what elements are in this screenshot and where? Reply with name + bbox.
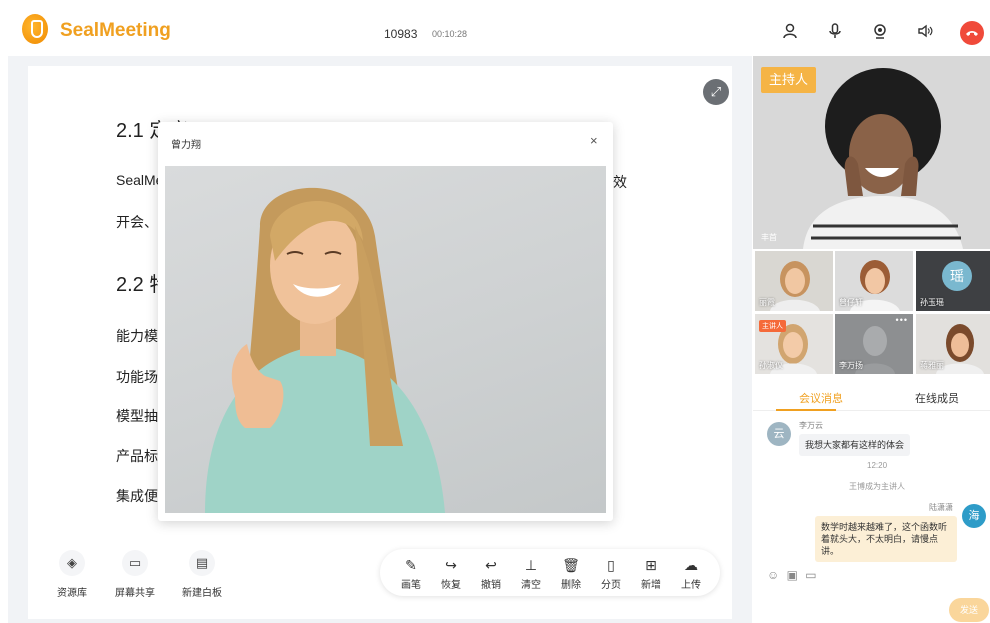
- chat-input-toolbar: ☺ ▣ ▭: [767, 568, 817, 582]
- delete-button[interactable]: 🗑 删除: [556, 557, 586, 591]
- redo-icon: ↪: [445, 557, 457, 573]
- new-whiteboard-button[interactable]: ▤ 新建白板: [178, 550, 226, 599]
- participant-tile[interactable]: 曾仔轩: [835, 251, 913, 311]
- upload-label: 上传: [681, 580, 701, 591]
- message-bubble: 数学时越来越难了，这个函数听着就头大，不太明白，请慢点讲。: [815, 516, 957, 562]
- participant-tile[interactable]: ••• 李万扬: [835, 314, 913, 374]
- tab-online-members[interactable]: 在线成员: [915, 390, 959, 406]
- participant-tile[interactable]: 瑶 孙玉瑶: [916, 251, 990, 311]
- message-sender: 陆潇潇: [929, 503, 953, 512]
- add-page-button[interactable]: ⊞ 新增: [636, 557, 666, 591]
- doc-item: 模型抽: [116, 408, 158, 424]
- doc-item: 功能场: [116, 369, 158, 385]
- upload-button[interactable]: ☁ 上传: [676, 557, 706, 591]
- undo-icon: ↩: [485, 557, 497, 573]
- participant-name: 孙玉瑶: [920, 298, 944, 307]
- speaker-video: [165, 166, 606, 513]
- top-bar: SealMeeting 10983 00:10:28: [0, 0, 990, 56]
- whiteboard-toolbar: ✎ 画笔 ↪ 恢复 ↩ 撤销 ⊥ 清空 🗑 删除 ▯ 分页 ⊞ 新增 ☁ 上传: [380, 549, 720, 596]
- doc-line-2: 开会、: [116, 214, 158, 230]
- participant-name: 李万扬: [839, 361, 863, 370]
- add-icon: ⊞: [645, 557, 657, 573]
- participant-name: 曾仔轩: [839, 298, 863, 307]
- undo-label: 撤销: [481, 580, 501, 591]
- redo-label: 恢复: [441, 580, 461, 591]
- member-icon[interactable]: [781, 23, 799, 41]
- chat-tabs: 会议消息 在线成员: [753, 383, 990, 411]
- hangup-icon[interactable]: [960, 21, 984, 45]
- app-title: SealMeeting: [60, 20, 171, 41]
- doc-item: 集成便: [116, 488, 158, 504]
- close-icon[interactable]: ×: [590, 133, 598, 148]
- message-sender: 李万云: [799, 421, 823, 430]
- page-icon: ▯: [607, 557, 615, 573]
- doc-line-1-start: SealMe: [116, 172, 164, 188]
- more-icon[interactable]: •••: [896, 315, 908, 325]
- pen-button[interactable]: ✎ 画笔: [396, 557, 426, 591]
- screen-share-icon: ▭: [122, 550, 148, 576]
- sealmeeting-logo-icon: [22, 14, 48, 44]
- page-button[interactable]: ▯ 分页: [596, 557, 626, 591]
- participant-avatar: 瑶: [942, 261, 972, 291]
- avatar: 海: [962, 504, 986, 528]
- image-icon[interactable]: ▣: [787, 568, 798, 582]
- redo-button[interactable]: ↪ 恢复: [436, 557, 466, 591]
- upload-icon: ☁: [684, 557, 698, 573]
- floating-video-window[interactable]: 曾力翔 ×: [158, 122, 613, 521]
- folder-icon[interactable]: ▭: [805, 568, 816, 582]
- clear-label: 清空: [521, 580, 541, 591]
- tab-meeting-messages[interactable]: 会议消息: [799, 390, 843, 406]
- send-button[interactable]: 发送: [949, 598, 989, 622]
- host-name: 丰首: [761, 233, 777, 242]
- delete-icon: 🗑: [562, 557, 580, 573]
- host-badge: 主持人: [761, 67, 816, 93]
- meeting-timer: 00:10:28: [432, 29, 468, 39]
- screen-share-button[interactable]: ▭ 屏幕共享: [111, 550, 159, 599]
- page-label: 分页: [601, 580, 621, 591]
- delete-label: 删除: [561, 580, 581, 591]
- participant-tile[interactable]: 主讲人 孙淑仪: [755, 314, 833, 374]
- presenter-badge: 主讲人: [759, 320, 786, 332]
- add-label: 新增: [641, 580, 661, 591]
- clear-button[interactable]: ⊥ 清空: [516, 557, 546, 591]
- room-id: 10983: [384, 27, 418, 41]
- floating-window-title: 曾力翔: [171, 140, 201, 151]
- whiteboard-icon: ▤: [189, 550, 215, 576]
- undo-button[interactable]: ↩ 撤销: [476, 557, 506, 591]
- camera-icon[interactable]: [871, 23, 889, 41]
- participant-tile[interactable]: 蒋雅丽: [916, 314, 990, 374]
- emoji-icon[interactable]: ☺: [767, 568, 779, 582]
- clear-icon: ⊥: [524, 557, 538, 573]
- right-panel: 主持人 丰首 丽霞 曾仔轩 瑶 孙玉瑶 主讲人 孙淑仪 ••• 李万扬 蒋雅丽 …: [753, 56, 990, 623]
- pen-label: 画笔: [401, 580, 421, 591]
- host-video[interactable]: 主持人 丰首: [753, 56, 990, 249]
- system-message: 王博成为主讲人: [849, 482, 905, 491]
- participant-name: 蒋雅丽: [920, 361, 944, 370]
- message-bubble: 我想大家都有这样的体会: [799, 434, 911, 456]
- screen-share-label: 屏幕共享: [115, 588, 155, 599]
- participant-name: 丽霞: [759, 298, 775, 307]
- doc-line-1-end: 效: [613, 174, 627, 190]
- resource-icon: ◈: [59, 550, 85, 576]
- expand-icon[interactable]: ⤢: [703, 79, 729, 105]
- resource-label: 资源库: [57, 588, 87, 599]
- doc-item: 产品标: [116, 448, 158, 464]
- pen-icon: ✎: [405, 557, 417, 573]
- avatar: 云: [767, 422, 791, 446]
- resource-library-button[interactable]: ◈ 资源库: [52, 550, 92, 599]
- new-whiteboard-label: 新建白板: [182, 588, 222, 599]
- participant-name: 孙淑仪: [759, 361, 783, 370]
- participant-tile[interactable]: 丽霞: [755, 251, 833, 311]
- microphone-icon[interactable]: [826, 23, 844, 41]
- speaker-icon[interactable]: [916, 23, 934, 41]
- doc-item: 能力模: [116, 328, 158, 344]
- message-time: 12:20: [867, 461, 888, 470]
- active-tab-indicator: [776, 409, 836, 411]
